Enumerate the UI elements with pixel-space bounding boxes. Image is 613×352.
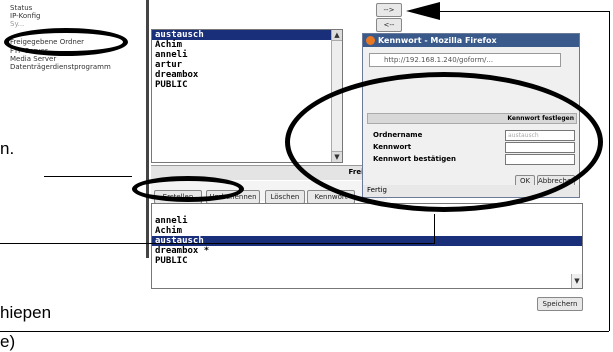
- nav-item-ip-konfig[interactable]: IP-Konfig: [10, 12, 40, 20]
- popup-title: Kennwort - Mozilla Firefox: [378, 36, 497, 45]
- list-item[interactable]: Achim: [152, 226, 582, 236]
- caption-fragment: hiepen: [0, 303, 52, 322]
- list-item[interactable]: austausch: [152, 30, 342, 40]
- vertical-divider: [146, 0, 149, 258]
- move-left-button[interactable]: <--: [376, 18, 402, 32]
- annotation-line-arrow: [440, 11, 610, 12]
- annotation-line: [0, 243, 434, 244]
- list-item[interactable]: anneli: [152, 216, 582, 226]
- list-item[interactable]: artur: [152, 60, 342, 70]
- list-item[interactable]: dreambox: [152, 70, 342, 80]
- annotation-line-right: [609, 11, 610, 331]
- scrollbar[interactable]: ▼: [571, 274, 582, 288]
- annotation-arrowhead-icon: [406, 2, 440, 20]
- list-item[interactable]: dreambox *: [152, 246, 582, 256]
- caption-fragment: e): [0, 332, 16, 351]
- list-item[interactable]: PUBLIC: [152, 80, 342, 90]
- save-button[interactable]: Speichern: [537, 297, 583, 311]
- list-item[interactable]: anneli: [152, 50, 342, 60]
- nav-item-datentraeger[interactable]: Datenträgerdienstprogramm: [10, 63, 111, 71]
- list-item[interactable]: austausch: [152, 236, 582, 246]
- annotation-line: [0, 331, 609, 332]
- scroll-down-icon[interactable]: ▼: [572, 276, 582, 286]
- list-item[interactable]: PUBLIC: [152, 256, 582, 266]
- annotation-ellipse-nav: [4, 28, 128, 56]
- nav-item-status[interactable]: Status: [10, 4, 32, 12]
- list-item[interactable]: Achim: [152, 40, 342, 50]
- firefox-icon: [366, 36, 375, 45]
- share-list-bottom[interactable]: anneli Achim austausch dreambox * PUBLIC…: [151, 203, 583, 289]
- caption-fragment: n.: [0, 139, 15, 158]
- url-text: http://192.168.1.240/goform/...: [384, 56, 494, 64]
- popup-url-field[interactable]: http://192.168.1.240/goform/...: [369, 53, 561, 67]
- scroll-up-icon[interactable]: ▲: [332, 30, 342, 41]
- annotation-line: [44, 176, 132, 177]
- move-right-button[interactable]: -->: [376, 3, 402, 17]
- annotation-ellipse-popup: [285, 72, 603, 212]
- annotation-ellipse-erstellen: [132, 176, 244, 202]
- loeschen-button[interactable]: Löschen: [265, 190, 305, 204]
- nav-item-system[interactable]: Sy...: [10, 20, 24, 28]
- annotation-line: [434, 214, 435, 244]
- popup-titlebar: Kennwort - Mozilla Firefox: [363, 34, 579, 47]
- nav-item-media-server[interactable]: Media Server: [10, 55, 56, 63]
